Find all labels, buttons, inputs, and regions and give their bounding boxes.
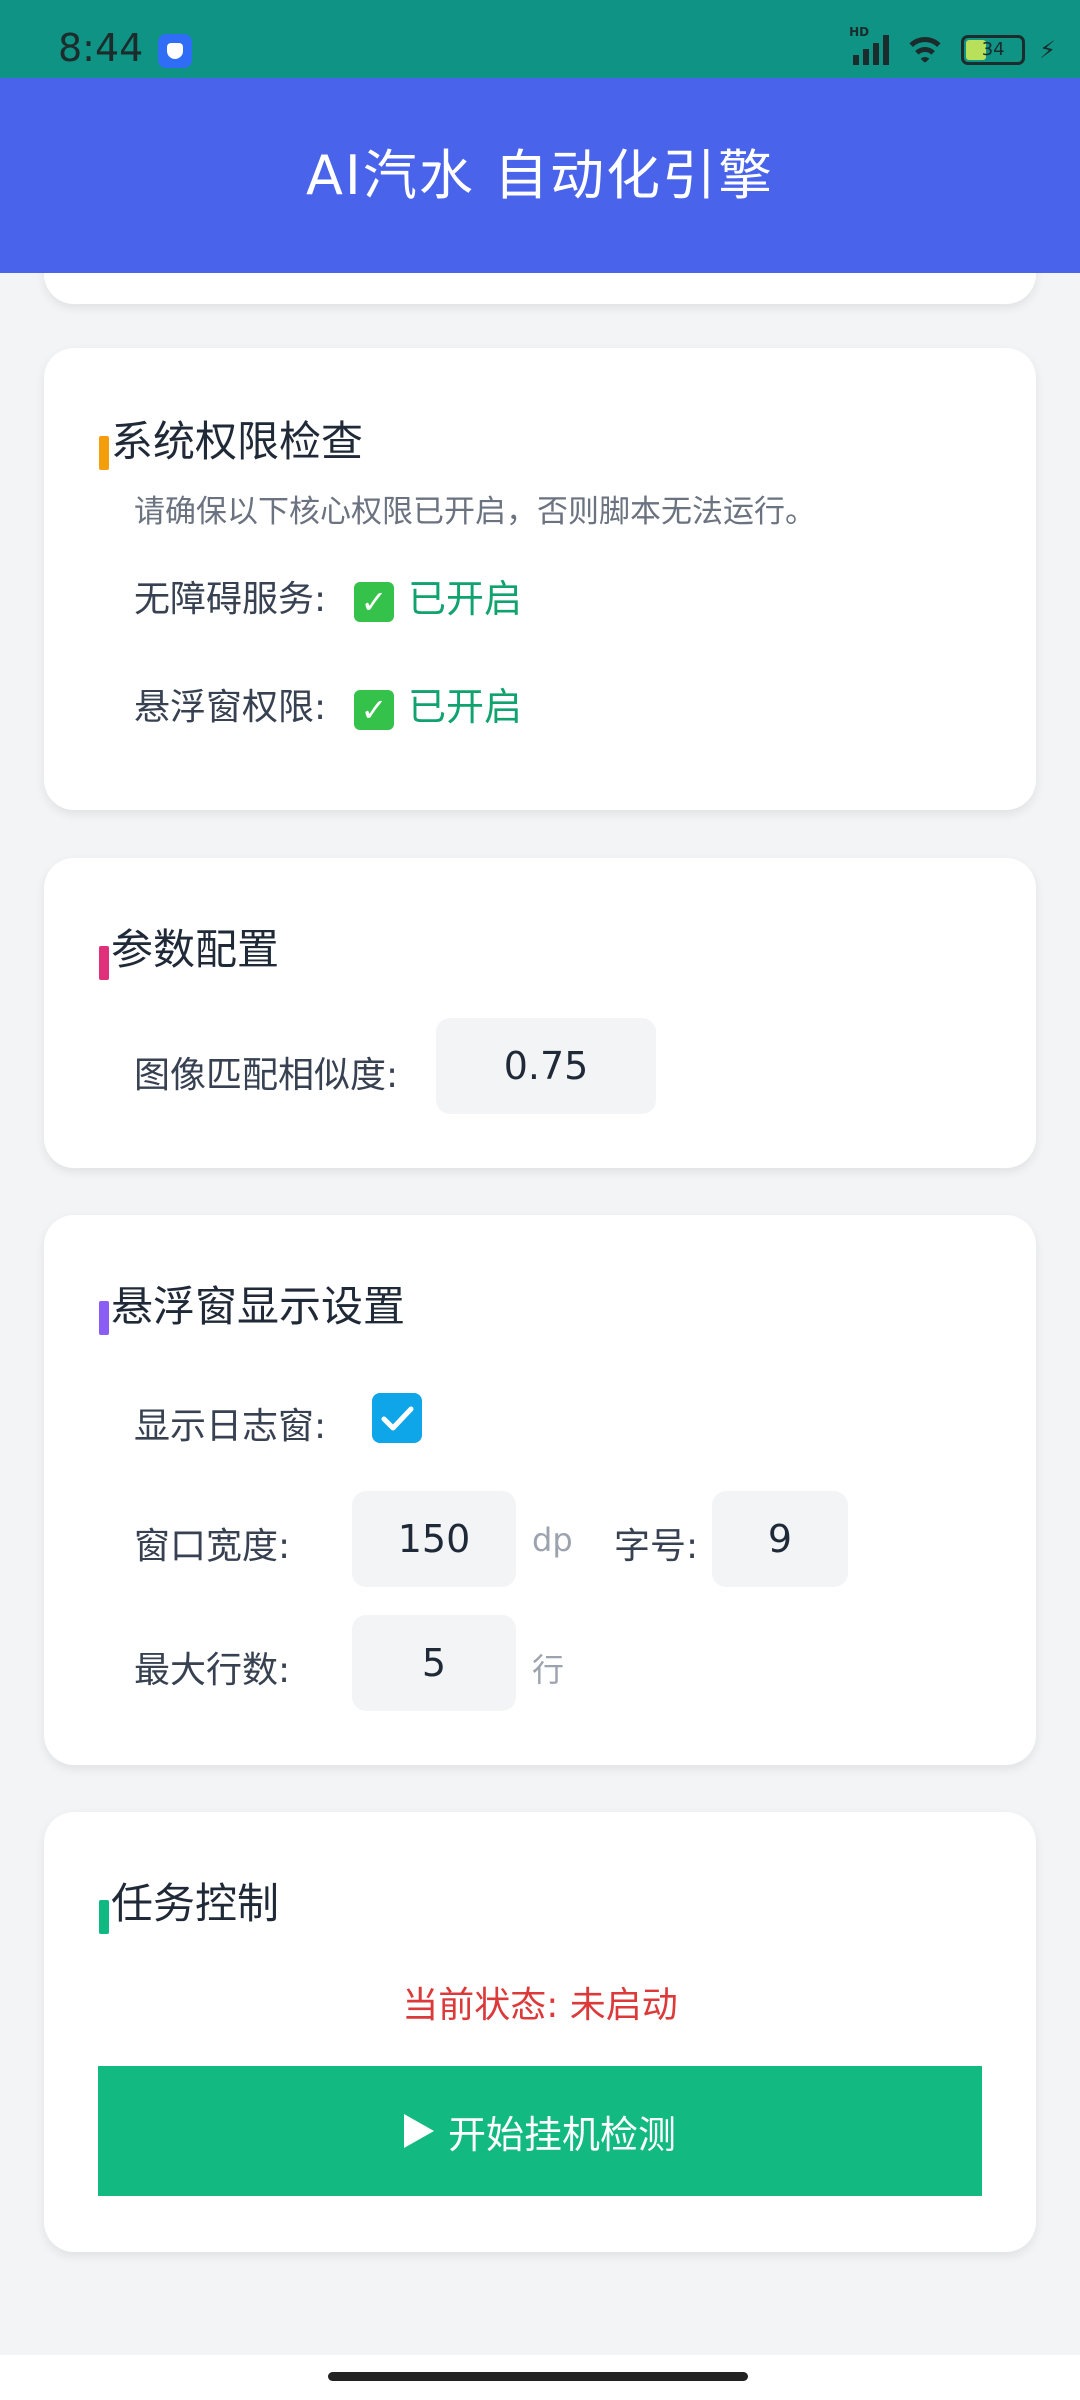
status-icons: HD 34 ⚡ <box>849 25 1056 70</box>
status-time: 8:44 <box>58 26 144 70</box>
task-control-card: 任务控制 当前状态: 未启动 开始挂机检测 <box>44 1812 1036 2252</box>
app-bar: AI汽水 自动化引擎 <box>0 78 1080 273</box>
section-title: 任务控制 <box>111 1879 280 1928</box>
wifi-icon <box>903 35 948 65</box>
start-detection-button[interactable]: 开始挂机检测 <box>98 2066 982 2196</box>
signal-icon: HD <box>849 25 890 65</box>
overlay-permission-status: ✓ 已开启 <box>354 676 522 731</box>
similarity-label: 图像匹配相似度: <box>134 1055 399 1096</box>
section-title: 参数配置 <box>111 925 280 974</box>
checkmark-icon <box>381 1406 414 1431</box>
overlay-permission-label: 悬浮窗权限: <box>134 687 327 728</box>
permissions-description: 请确保以下核心权限已开启，否则脚本无法运行。 <box>134 494 816 530</box>
battery-icon: 34 <box>961 35 1026 65</box>
window-width-unit: dp <box>532 1521 573 1559</box>
section-title: 系统权限检查 <box>111 417 364 466</box>
similarity-input[interactable]: 0.75 <box>436 1018 656 1114</box>
section-title: 悬浮窗显示设置 <box>111 1282 406 1331</box>
app-icon <box>158 34 192 68</box>
max-lines-label: 最大行数: <box>134 1650 291 1691</box>
font-size-label: 字号: <box>614 1526 699 1567</box>
gesture-handle[interactable] <box>328 2372 748 2381</box>
params-card: 参数配置 图像匹配相似度: 0.75 <box>44 858 1036 1168</box>
accessibility-status-text: 已开启 <box>408 577 523 621</box>
show-log-label: 显示日志窗: <box>134 1406 327 1447</box>
start-button-label: 开始挂机检测 <box>447 2112 676 2157</box>
font-size-input[interactable]: 9 <box>712 1491 848 1587</box>
network-type: HD <box>849 25 870 39</box>
overlay-permission-status-text: 已开启 <box>408 685 523 729</box>
check-icon: ✓ <box>354 581 394 622</box>
max-lines-input[interactable]: 5 <box>352 1615 516 1711</box>
status-bar: 8:44 HD 34 ⚡ <box>0 0 1080 78</box>
show-log-checkbox[interactable] <box>372 1393 422 1443</box>
max-lines-unit: 行 <box>532 1651 565 1689</box>
permissions-card: 系统权限检查 请确保以下核心权限已开启，否则脚本无法运行。 无障碍服务: ✓ 已开… <box>44 348 1036 810</box>
window-width-label: 窗口宽度: <box>134 1526 291 1567</box>
check-icon: ✓ <box>354 689 394 730</box>
task-status-text: 当前状态: 未启动 <box>402 1985 678 2026</box>
battery-level: 34 <box>981 39 1005 60</box>
app-title: AI汽水 自动化引擎 <box>305 144 775 207</box>
accessibility-status: ✓ 已开启 <box>354 568 522 623</box>
play-icon <box>403 2114 434 2148</box>
charging-icon: ⚡ <box>1039 36 1056 64</box>
overlay-settings-card: 悬浮窗显示设置 显示日志窗: 窗口宽度: 150 dp 字号: 9 最大行数: … <box>44 1215 1036 1765</box>
window-width-input[interactable]: 150 <box>352 1491 516 1587</box>
accessibility-label: 无障碍服务: <box>134 579 327 620</box>
